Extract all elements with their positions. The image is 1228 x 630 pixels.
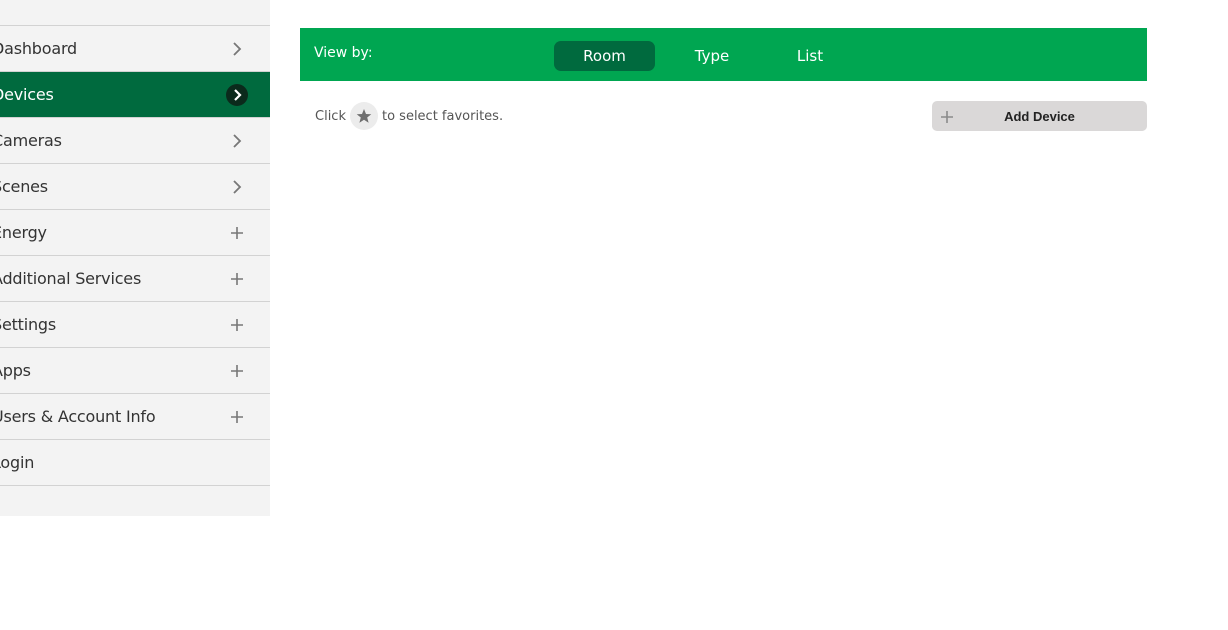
add-device-label: Add Device — [1004, 108, 1075, 124]
sidebar-item-label: Devices — [0, 85, 54, 104]
plus-icon — [226, 222, 248, 244]
sidebar-item-additional-services[interactable]: Additional Services — [0, 256, 270, 302]
sidebar-item-login[interactable]: Login — [0, 440, 270, 486]
sidebar-item-scenes[interactable]: Scenes — [0, 164, 270, 210]
view-by-bar: View by: Room Type List — [300, 28, 1147, 81]
plus-icon — [226, 406, 248, 428]
sidebar-top-spacer — [0, 0, 270, 26]
favorites-hint: Click to select favorites. — [315, 102, 503, 130]
sidebar-item-apps[interactable]: Apps — [0, 348, 270, 394]
view-by-label: View by: — [314, 45, 373, 61]
sidebar-item-devices[interactable]: Devices — [0, 72, 270, 118]
chevron-right-icon — [226, 176, 248, 198]
chevron-right-icon — [226, 130, 248, 152]
tab-list[interactable]: List — [772, 41, 848, 71]
sidebar: Dashboard Devices Cameras Scenes Energy — [0, 0, 270, 516]
sidebar-item-users-account-info[interactable]: Users & Account Info — [0, 394, 270, 440]
sidebar-item-settings[interactable]: Settings — [0, 302, 270, 348]
tab-type[interactable]: Type — [674, 41, 750, 71]
sidebar-item-label: Apps — [0, 361, 31, 380]
sidebar-item-energy[interactable]: Energy — [0, 210, 270, 256]
sidebar-item-label: Energy — [0, 223, 47, 242]
sidebar-item-label: Scenes — [0, 177, 48, 196]
tab-room[interactable]: Room — [554, 41, 655, 71]
sidebar-item-label: Login — [0, 453, 35, 472]
sidebar-item-label: Additional Services — [0, 269, 142, 288]
favorites-hint-suffix: to select favorites. — [381, 108, 504, 124]
favorites-hint-prefix: Click — [315, 108, 346, 124]
sidebar-item-label: Users & Account Info — [0, 407, 156, 426]
plus-icon — [226, 360, 248, 382]
sidebar-item-label: Settings — [0, 315, 57, 334]
plus-icon — [226, 268, 248, 290]
sidebar-item-label: Dashboard — [0, 39, 78, 58]
add-device-button[interactable]: Add Device — [932, 101, 1147, 131]
plus-icon — [226, 314, 248, 336]
page: Dashboard Devices Cameras Scenes Energy — [0, 0, 1228, 630]
star-icon — [349, 102, 378, 130]
sidebar-item-cameras[interactable]: Cameras — [0, 118, 270, 164]
sidebar-item-dashboard[interactable]: Dashboard — [0, 26, 270, 72]
chevron-right-icon — [226, 84, 248, 106]
sidebar-item-label: Cameras — [0, 131, 62, 150]
chevron-right-icon — [226, 38, 248, 60]
